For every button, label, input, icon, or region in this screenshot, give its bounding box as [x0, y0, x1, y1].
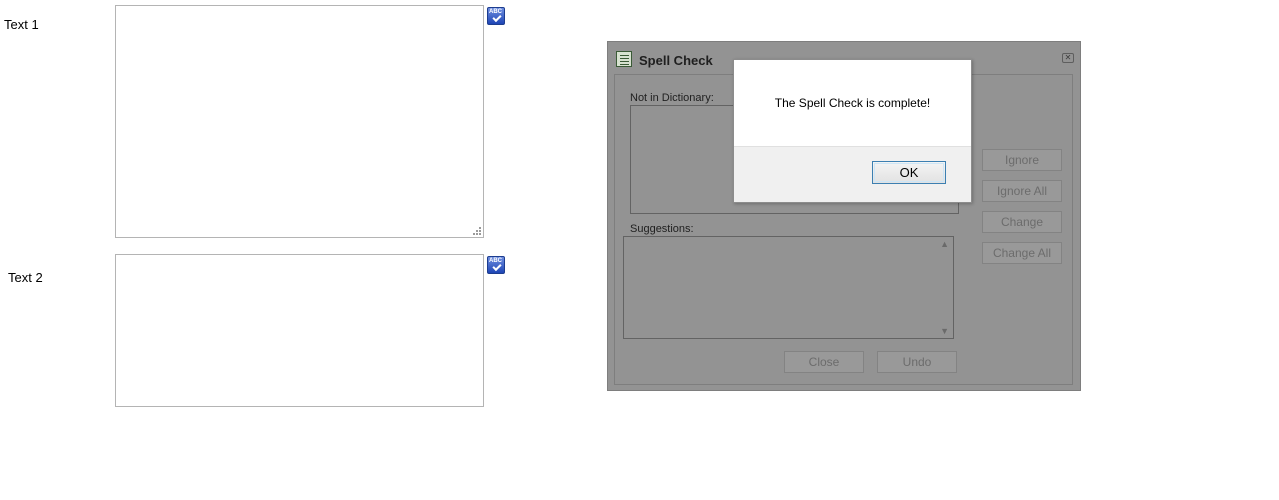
scroll-down-icon[interactable]: ▼ [940, 326, 949, 336]
ignore-all-button[interactable]: Ignore All [982, 180, 1062, 202]
ok-button[interactable]: OK [872, 161, 946, 184]
ignore-button[interactable]: Ignore [982, 149, 1062, 171]
text1-textarea[interactable] [115, 5, 484, 238]
spellcheck-button-2[interactable]: ABC [487, 256, 505, 274]
close-button[interactable]: Close [784, 351, 864, 373]
text2-textarea[interactable] [115, 254, 484, 407]
change-all-button[interactable]: Change All [982, 242, 1062, 264]
text2-label: Text 2 [8, 270, 43, 285]
dialog-app-icon [616, 51, 632, 67]
alert-message: The Spell Check is complete! [774, 96, 931, 110]
not-in-dictionary-label: Not in Dictionary: [630, 92, 714, 104]
suggestions-list[interactable]: ▲ ▼ [623, 236, 954, 339]
change-button[interactable]: Change [982, 211, 1062, 233]
dialog-title: Spell Check [639, 53, 713, 68]
undo-button[interactable]: Undo [877, 351, 957, 373]
resize-grip-icon[interactable] [473, 227, 481, 235]
suggestions-label: Suggestions: [630, 223, 694, 235]
alert-footer: OK [734, 146, 971, 202]
close-icon[interactable]: ✕ [1062, 53, 1074, 63]
text1-label: Text 1 [4, 17, 39, 32]
scroll-up-icon[interactable]: ▲ [940, 239, 949, 249]
completion-alert: The Spell Check is complete! OK [733, 59, 972, 203]
spellcheck-button-1[interactable]: ABC [487, 7, 505, 25]
